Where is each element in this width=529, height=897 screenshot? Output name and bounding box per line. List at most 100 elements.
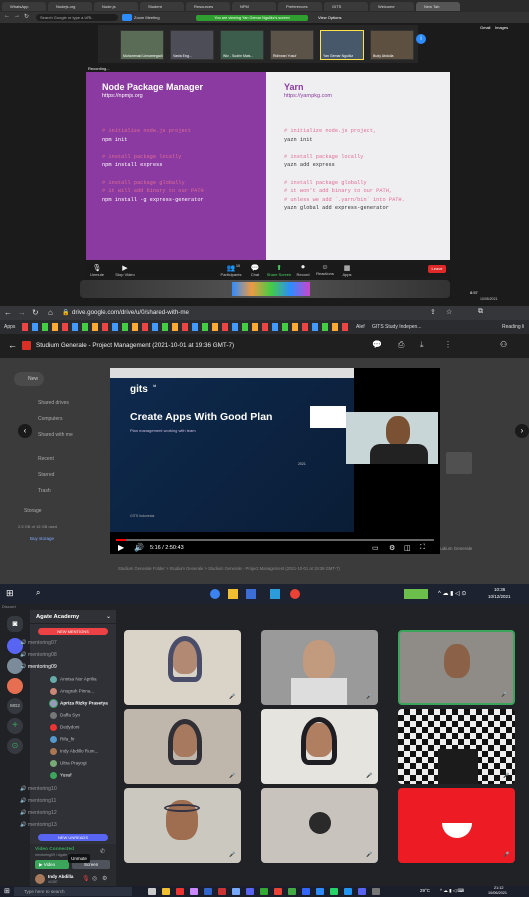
- voice-channel[interactable]: 🔊 mentoring10: [20, 786, 57, 792]
- images-link[interactable]: Images: [495, 25, 508, 30]
- browser-tab[interactable]: WhatsApp: [2, 2, 46, 11]
- leave-button[interactable]: Leave: [428, 265, 446, 273]
- browser-tab[interactable]: Welcome: [370, 2, 414, 11]
- windows-start-icon[interactable]: ⊞: [6, 588, 14, 599]
- forward-icon[interactable]: →: [18, 308, 26, 317]
- view-options-menu[interactable]: View Options: [318, 15, 342, 20]
- voice-channel-active[interactable]: 🔊 mentoring09: [20, 664, 57, 670]
- video-tile-speaking[interactable]: 🎤: [398, 630, 515, 705]
- miniplayer-icon[interactable]: ◫: [404, 544, 411, 552]
- prev-file-button[interactable]: ‹: [18, 424, 32, 438]
- reload-icon[interactable]: ↻: [24, 13, 29, 20]
- tray-app-icon[interactable]: [404, 589, 428, 599]
- browser-tab[interactable]: Node.js: [94, 2, 138, 11]
- browser-tab[interactable]: New Tab: [416, 2, 460, 11]
- taskbar-app-icon[interactable]: [288, 888, 296, 895]
- participant-thumbnail-active[interactable]: Yan Gemar Ngulikz: [320, 30, 364, 60]
- browser-tab[interactable]: Student: [140, 2, 184, 11]
- chevron-down-icon[interactable]: ⌄: [106, 613, 111, 620]
- video-tile[interactable]: 🎤: [398, 709, 515, 784]
- add-person-icon[interactable]: ⚇: [500, 340, 507, 349]
- participant-thumbnail[interactable]: Budy Abdulla: [370, 30, 414, 60]
- voice-member[interactable]: Indy Abdillo Rum...: [50, 748, 98, 755]
- taskbar-app-icon[interactable]: [274, 888, 282, 895]
- reload-icon[interactable]: ↻: [32, 308, 39, 317]
- back-arrow-icon[interactable]: ←: [8, 340, 17, 350]
- video-button[interactable]: ▶ Video: [35, 860, 69, 869]
- browser-tab[interactable]: GITS: [324, 2, 368, 11]
- video-tile-avatar[interactable]: 🎤: [398, 788, 515, 863]
- taskbar-app-icon[interactable]: [330, 888, 338, 895]
- nav-recent[interactable]: Recent: [38, 456, 54, 462]
- video-tile[interactable]: 🎤: [124, 788, 241, 863]
- weather[interactable]: 29°C: [420, 888, 430, 893]
- explorer-icon[interactable]: [228, 589, 238, 599]
- next-file-button[interactable]: ›: [515, 424, 529, 438]
- gear-icon[interactable]: ⚙: [102, 875, 107, 882]
- back-icon[interactable]: ←: [4, 13, 10, 19]
- voice-channel[interactable]: 🔊 mentoring11: [20, 798, 56, 804]
- edge-icon[interactable]: [210, 589, 220, 599]
- app-icon[interactable]: [270, 589, 280, 599]
- new-button[interactable]: New: [14, 372, 44, 386]
- discord-home-icon[interactable]: ◙: [7, 616, 23, 632]
- participant-thumbnail[interactable]: Muhammad Linnamegadi: [120, 30, 164, 60]
- windows-start-icon[interactable]: ⊞: [4, 887, 10, 895]
- taskbar-search-input[interactable]: Type here to search: [14, 887, 132, 896]
- volume-icon[interactable]: 🔊: [134, 543, 144, 552]
- print-icon[interactable]: ⎙: [398, 340, 404, 350]
- video-tile-avatar[interactable]: 🎤: [261, 788, 378, 863]
- taskbar-app-icon[interactable]: [162, 888, 170, 895]
- comment-icon[interactable]: 💬: [372, 340, 382, 349]
- taskbar-app-icon[interactable]: [148, 888, 156, 895]
- taskbar-app-icon[interactable]: [176, 888, 184, 895]
- server-icon[interactable]: [7, 678, 23, 694]
- voice-member[interactable]: Ultra Prayogi: [50, 760, 87, 767]
- home-icon[interactable]: ⌂: [48, 308, 53, 317]
- nav-shared-drives[interactable]: Shared drives: [38, 400, 69, 406]
- browser-tab[interactable]: Nodejs.org: [48, 2, 92, 11]
- voice-channel[interactable]: 🔊 mentoring12: [20, 810, 57, 816]
- share-icon[interactable]: ⇪: [430, 308, 436, 316]
- video-player[interactable]: gits id Create Apps With Good Plan Plan …: [110, 368, 440, 554]
- explore-icon[interactable]: ⊙: [7, 738, 23, 754]
- fullscreen-icon[interactable]: ⛶: [420, 544, 425, 552]
- gmail-link[interactable]: Gmail: [480, 25, 490, 30]
- user-avatar[interactable]: [35, 874, 45, 884]
- voice-member[interactable]: Rifa_fir: [50, 736, 75, 743]
- more-icon[interactable]: ⋮: [444, 340, 452, 349]
- nav-starred[interactable]: Starred: [38, 472, 54, 478]
- new-mentions-pill[interactable]: NEW MENTIONS: [38, 628, 108, 635]
- nav-computers[interactable]: Computers: [38, 416, 62, 422]
- taskbar-app-icon[interactable]: [344, 888, 352, 895]
- browser-tab[interactable]: Resources: [186, 2, 230, 11]
- participant-thumbnail[interactable]: Vania Eng...: [170, 30, 214, 60]
- play-icon[interactable]: ▶: [118, 543, 124, 552]
- nav-storage[interactable]: Storage: [24, 508, 42, 514]
- voice-member[interactable]: Anugrah Pinna...: [50, 688, 94, 695]
- voice-member[interactable]: Yusuf: [50, 772, 72, 779]
- voice-channel[interactable]: 🔊 mentoring13: [20, 822, 57, 828]
- bookmark-alef[interactable]: Alef: [356, 324, 365, 330]
- voice-channel[interactable]: 🔊 mentoring07: [20, 640, 57, 646]
- tray-icons[interactable]: ^ ☁ ▮ ◁ ⌨: [440, 888, 464, 894]
- browser-tab[interactable]: NPM: [232, 2, 276, 11]
- captions-icon[interactable]: ▭: [372, 544, 379, 552]
- bookmark-reading-list[interactable]: Reading li: [502, 324, 524, 330]
- star-icon[interactable]: ☆: [446, 308, 452, 316]
- video-tile[interactable]: 🎤: [261, 709, 378, 784]
- mute-icon[interactable]: 🎙: [82, 875, 90, 882]
- nav-trash[interactable]: Trash: [38, 488, 51, 494]
- voice-member[interactable]: Annisa Nur Aprilia: [50, 676, 97, 683]
- bookmark-gits[interactable]: GITS Study Indepen...: [372, 324, 421, 330]
- taskbar-app-icon[interactable]: [190, 888, 198, 895]
- server-header[interactable]: Agate Academy ⌄: [30, 610, 116, 624]
- add-server-icon[interactable]: +: [7, 718, 23, 734]
- nav-shared-with-me[interactable]: Shared with me: [38, 432, 73, 438]
- back-icon[interactable]: ←: [4, 308, 12, 317]
- voice-member[interactable]: Dedydoni: [50, 724, 79, 731]
- taskbar-app-icon[interactable]: [372, 888, 380, 895]
- tray-icons[interactable]: ^ ☁ ▮ ◁ ⊙: [438, 590, 466, 597]
- store-icon[interactable]: [246, 589, 256, 599]
- bookmark-zoom[interactable]: Zoom Meeting: [134, 15, 160, 20]
